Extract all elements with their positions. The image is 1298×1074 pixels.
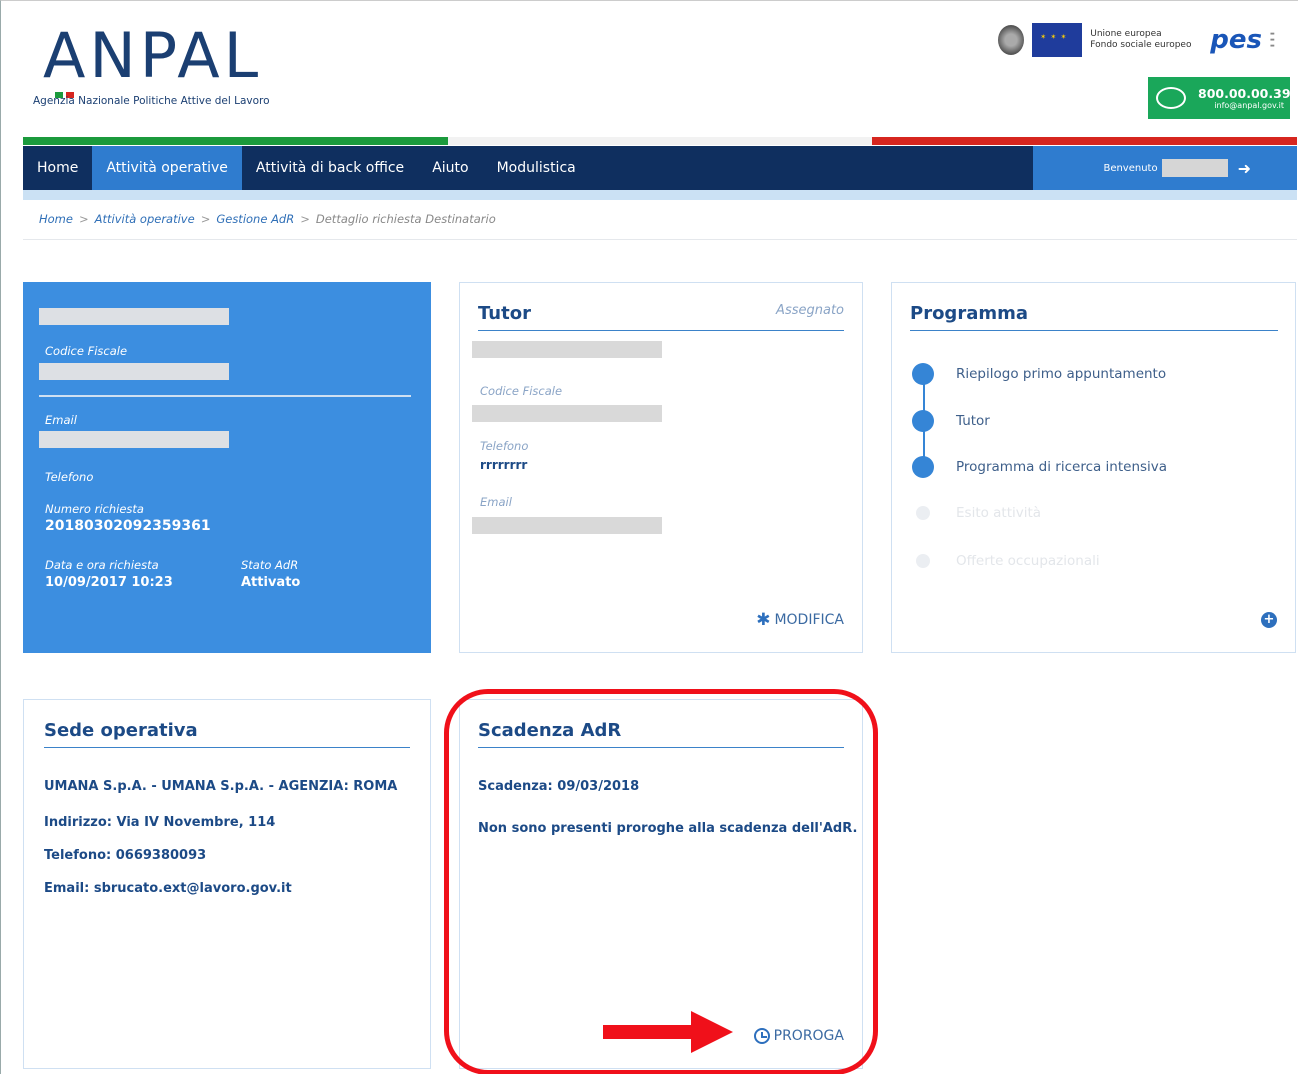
breadcrumb-separator: > [200, 212, 211, 226]
tutor-email-redacted [472, 517, 662, 534]
eu-flag-icon [1032, 23, 1083, 57]
stato-adr-value: Attivato [241, 575, 301, 590]
step-label: Esito attività [956, 505, 1042, 521]
breadcrumb-separator: > [78, 212, 89, 226]
step-tutor[interactable]: Tutor [912, 410, 990, 432]
eu-text-line2: Fondo sociale europeo [1090, 40, 1192, 50]
breadcrumb-divider [23, 239, 1297, 240]
italian-flag-mark [55, 83, 81, 98]
nav-underbar [23, 190, 1297, 200]
logo-subtitle: Agenzia Nazionale Politiche Attive del L… [33, 95, 270, 107]
numero-richiesta-value: 20180302092359361 [45, 518, 211, 534]
name-redacted [39, 308, 229, 325]
step-label: Tutor [956, 413, 990, 429]
contact-phone: 800.00.00.39 [1198, 86, 1291, 101]
breadcrumb-gestione[interactable]: Gestione AdR [216, 212, 294, 226]
breadcrumb-home[interactable]: Home [39, 212, 73, 226]
tutor-title-text: Tutor [478, 303, 531, 324]
eu-text-line1: Unione europea [1090, 29, 1162, 39]
step-riepilogo[interactable]: Riepilogo primo appuntamento [912, 363, 1166, 385]
sede-title: Sede operativa [44, 720, 410, 748]
contact-box[interactable]: 800.00.00.39 info@anpal.gov.it [1148, 77, 1291, 119]
sede-agenzia: UMANA S.p.A. - UMANA S.p.A. - AGENZIA: R… [44, 779, 398, 794]
breadcrumb-separator: > [300, 212, 310, 226]
sede-info: UMANA S.p.A. - UMANA S.p.A. - AGENZIA: R… [44, 779, 397, 917]
codice-fiscale-label: Codice Fiscale [45, 344, 128, 358]
step-offerte: Offerte occupazionali [912, 553, 1100, 569]
nav-home[interactable]: Home [23, 146, 92, 190]
sede-operativa-card: Sede operativa UMANA S.p.A. - UMANA S.p.… [23, 699, 431, 1069]
breadcrumb-attivita[interactable]: Attività operative [95, 212, 195, 226]
pes-network-mark: ▬ ▬ ▬ [1270, 31, 1275, 49]
tutor-email-label: Email [480, 495, 512, 509]
stato-adr-label: Stato AdR [241, 558, 299, 572]
sede-telefono: Telefono: 0669380093 [44, 848, 207, 863]
pes-logo: pes [1210, 25, 1262, 55]
divider [39, 395, 411, 397]
step-label: Riepilogo primo appuntamento [956, 366, 1167, 382]
page: ANPAL Agenzia Nazionale Politiche Attive… [0, 0, 1298, 1074]
destinatario-card: Codice Fiscale Email Telefono Numero ric… [23, 282, 431, 653]
step-label: Offerte occupazionali [956, 553, 1100, 569]
username-redacted [1161, 159, 1228, 177]
step-label: Programma di ricerca intensiva [956, 459, 1168, 475]
proroga-button[interactable]: PROROGA [753, 1028, 844, 1044]
partner-logos: Unione europea Fondo sociale europeo pes… [998, 23, 1290, 57]
sede-email: Email: sbrucato.ext@lavoro.gov.it [44, 881, 292, 896]
scadenza-date: Scadenza: 09/03/2018 [478, 779, 640, 794]
nav-attivita-operative[interactable]: Attività operative [92, 146, 242, 190]
tutor-name-redacted [472, 341, 662, 358]
breadcrumb-current: Dettaglio richiesta Destinatario [315, 212, 496, 226]
welcome-area: Benvenuto ➜ [1033, 146, 1297, 190]
anpal-logo[interactable]: ANPAL Agenzia Nazionale Politiche Attive… [33, 21, 313, 121]
email-label: Email [45, 413, 77, 427]
arrow-annotation-icon [603, 1011, 733, 1053]
programma-title: Programma [910, 303, 1278, 331]
gear-icon: ✱ [756, 610, 771, 630]
programma-card: Programma Riepilogo primo appuntamento T… [891, 282, 1296, 653]
logout-icon[interactable]: ➜ [1238, 159, 1251, 178]
step-pending-icon [916, 506, 930, 520]
step-done-icon [912, 456, 934, 478]
data-richiesta-label: Data e ora richiesta [45, 558, 159, 572]
proroga-label: PROROGA [773, 1028, 844, 1044]
nav-modulistica[interactable]: Modulistica [483, 146, 590, 190]
italian-republic-emblem-icon [998, 25, 1025, 55]
tutor-codice-fiscale-label: Codice Fiscale [480, 384, 563, 398]
tutor-telefono-value: rrrrrrrr [480, 458, 528, 472]
step-pending-icon [916, 554, 930, 568]
scadenza-note: Non sono presenti proroghe alla scadenza… [478, 821, 858, 836]
tricolor-bar [23, 137, 1298, 145]
main-navbar: Home Attività operative Attività di back… [23, 146, 1297, 190]
email-redacted [39, 431, 229, 448]
eu-text: Unione europea Fondo sociale europeo [1090, 29, 1202, 51]
contact-email: info@anpal.gov.it [1214, 101, 1284, 110]
modifica-button[interactable]: ✱ MODIFICA [756, 610, 844, 630]
tutor-card: Tutor Assegnato Codice Fiscale Telefono … [459, 282, 863, 653]
nav-aiuto[interactable]: Aiuto [418, 146, 482, 190]
breadcrumb: Home > Attività operative > Gestione AdR… [39, 212, 496, 226]
sede-indirizzo: Indirizzo: Via IV Novembre, 114 [44, 815, 276, 830]
step-programma-ricerca[interactable]: Programma di ricerca intensiva [912, 456, 1167, 478]
data-richiesta-value: 10/09/2017 10:23 [45, 575, 173, 590]
add-icon[interactable]: + [1261, 612, 1277, 628]
scadenza-title: Scadenza AdR [478, 720, 844, 748]
step-esito: Esito attività [912, 505, 1041, 521]
step-done-icon [912, 363, 934, 385]
telefono-label: Telefono [45, 470, 94, 484]
nav-back-office[interactable]: Attività di back office [242, 146, 418, 190]
welcome-label: Benvenuto [1103, 162, 1158, 174]
step-done-icon [912, 410, 934, 432]
clock-icon [753, 1028, 770, 1044]
codice-fiscale-redacted [39, 363, 229, 380]
tutor-telefono-label: Telefono [480, 439, 529, 453]
logo-text: ANPAL [43, 19, 263, 92]
modifica-label: MODIFICA [774, 612, 844, 628]
tutor-codice-fiscale-redacted [472, 405, 662, 422]
tutor-status: Assegnato [776, 303, 844, 318]
numero-richiesta-label: Numero richiesta [45, 502, 144, 516]
chat-bubble-icon [1156, 87, 1186, 109]
